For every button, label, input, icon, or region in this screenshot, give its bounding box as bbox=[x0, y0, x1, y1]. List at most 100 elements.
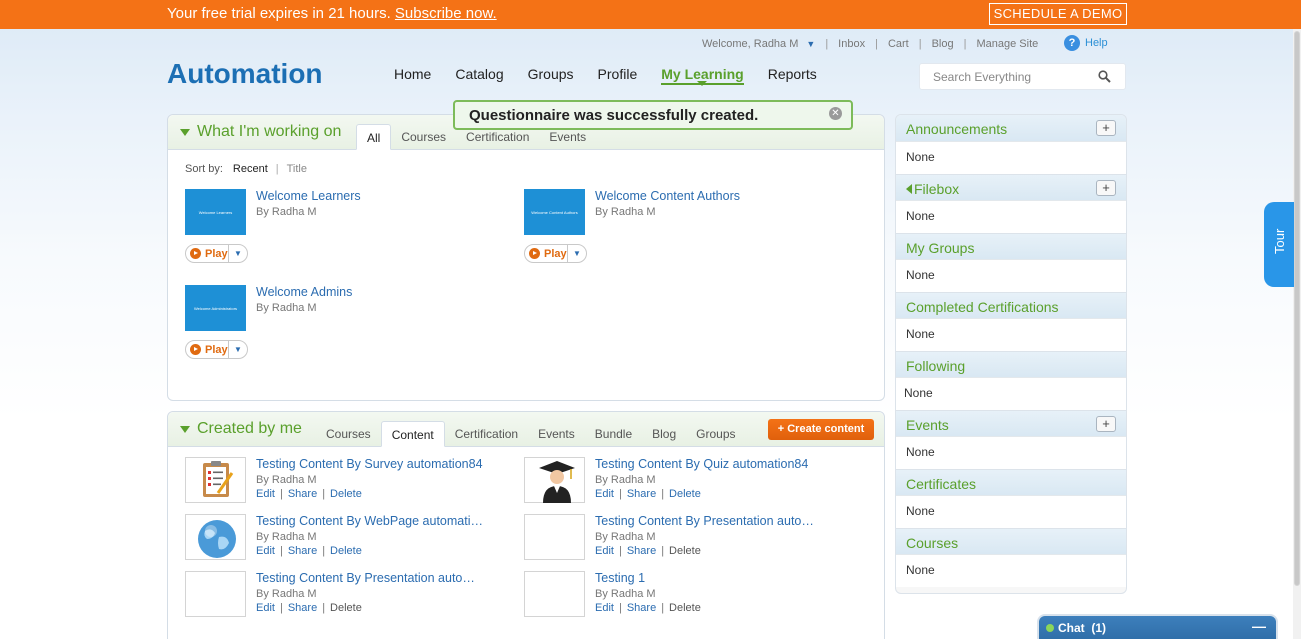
share-link[interactable]: Share bbox=[288, 488, 317, 500]
tab-courses[interactable]: Courses bbox=[316, 421, 381, 447]
edit-link[interactable]: Edit bbox=[595, 545, 614, 557]
share-link[interactable]: Share bbox=[288, 545, 317, 557]
help-link[interactable]: ? Help bbox=[1064, 35, 1108, 51]
tab-certification[interactable]: Certification bbox=[445, 421, 528, 447]
edit-link[interactable]: Edit bbox=[595, 488, 614, 500]
divider: | bbox=[618, 488, 622, 500]
sidebar-following-value: None bbox=[896, 378, 1126, 410]
play-button[interactable]: Play ▼ bbox=[185, 340, 248, 359]
thumbnail-text: Welcome Learners bbox=[198, 209, 233, 215]
create-content-button[interactable]: + Create content bbox=[768, 419, 874, 440]
content-thumbnail[interactable] bbox=[524, 514, 585, 560]
created-tabs: Courses Content Certification Events Bun… bbox=[316, 421, 746, 447]
content-thumbnail[interactable] bbox=[185, 514, 246, 560]
sidebar-completed-certifications-header[interactable]: Completed Certifications bbox=[896, 292, 1126, 319]
schedule-demo-button[interactable]: SCHEDULE A DEMO bbox=[989, 3, 1127, 25]
tab-events[interactable]: Events bbox=[528, 421, 585, 447]
inbox-link[interactable]: Inbox bbox=[838, 38, 865, 50]
tab-groups[interactable]: Groups bbox=[686, 421, 745, 447]
chevron-down-icon[interactable]: ▼ bbox=[228, 341, 247, 358]
delete-link[interactable]: Delete bbox=[669, 488, 701, 500]
scrollbar-thumb[interactable] bbox=[1294, 31, 1300, 586]
edit-link[interactable]: Edit bbox=[256, 488, 275, 500]
divider: | bbox=[618, 545, 622, 557]
created-title[interactable]: Created by me bbox=[180, 420, 302, 438]
subscribe-link[interactable]: Subscribe now. bbox=[395, 5, 497, 22]
nav-reports[interactable]: Reports bbox=[768, 66, 817, 85]
tour-tab[interactable]: Tour bbox=[1264, 202, 1294, 287]
page-scrollbar[interactable] bbox=[1293, 29, 1301, 639]
content-thumbnail[interactable] bbox=[524, 457, 585, 503]
sidebar-announcements-header[interactable]: Announcements + bbox=[896, 115, 1126, 142]
sidebar-filebox-header[interactable]: Filebox + bbox=[896, 174, 1126, 201]
sort-title[interactable]: Title bbox=[287, 163, 307, 175]
welcome-user-menu[interactable]: Welcome, Radha M bbox=[702, 38, 798, 50]
sidebar-my-groups-header[interactable]: My Groups bbox=[896, 233, 1126, 260]
tab-bundle[interactable]: Bundle bbox=[585, 421, 642, 447]
course-title[interactable]: Welcome Content Authors bbox=[595, 189, 740, 203]
delete-link[interactable]: Delete bbox=[330, 488, 362, 500]
tab-blog[interactable]: Blog bbox=[642, 421, 686, 447]
trial-banner: Your free trial expires in 21 hours. Sub… bbox=[0, 0, 1301, 29]
share-link[interactable]: Share bbox=[627, 602, 656, 614]
blog-link[interactable]: Blog bbox=[932, 38, 954, 50]
cart-link[interactable]: Cart bbox=[888, 38, 909, 50]
share-link[interactable]: Share bbox=[627, 545, 656, 557]
tab-all[interactable]: All bbox=[356, 124, 392, 150]
divider: | bbox=[661, 488, 665, 500]
share-link[interactable]: Share bbox=[288, 602, 317, 614]
add-file-button[interactable]: + bbox=[1096, 180, 1116, 196]
content-thumbnail[interactable] bbox=[185, 457, 246, 503]
play-button[interactable]: Play ▼ bbox=[524, 244, 587, 263]
sort-recent[interactable]: Recent bbox=[233, 163, 268, 175]
panel-title-text: What I'm working on bbox=[197, 123, 342, 140]
sidebar-events-header[interactable]: Events + bbox=[896, 410, 1126, 437]
nav-home[interactable]: Home bbox=[394, 66, 431, 85]
course-thumbnail[interactable]: Welcome Learners bbox=[185, 189, 246, 235]
add-event-button[interactable]: + bbox=[1096, 416, 1116, 432]
content-title[interactable]: Testing Content By WebPage automati… bbox=[256, 514, 483, 528]
content-title[interactable]: Testing Content By Quiz automation84 bbox=[595, 457, 808, 471]
edit-link[interactable]: Edit bbox=[256, 545, 275, 557]
tab-content[interactable]: Content bbox=[380, 421, 445, 447]
content-thumbnail[interactable] bbox=[524, 571, 585, 617]
manage-site-link[interactable]: Manage Site bbox=[976, 38, 1038, 50]
course-thumbnail[interactable]: Welcome Content Authors bbox=[524, 189, 585, 235]
share-link[interactable]: Share bbox=[627, 488, 656, 500]
content-thumbnail[interactable] bbox=[185, 571, 246, 617]
chat-bar[interactable]: Chat (1) — bbox=[1037, 614, 1278, 639]
course-title[interactable]: Welcome Learners bbox=[256, 189, 361, 203]
success-toast: Questionnaire was successfully created. … bbox=[453, 100, 853, 130]
sidebar-following-header[interactable]: Following bbox=[896, 351, 1126, 378]
search-input[interactable] bbox=[920, 64, 1090, 89]
search-icon[interactable] bbox=[1098, 70, 1111, 83]
nav-catalog[interactable]: Catalog bbox=[455, 66, 503, 85]
close-icon[interactable]: ✕ bbox=[829, 107, 842, 120]
sidebar-events-value: None bbox=[896, 437, 1126, 469]
nav-groups[interactable]: Groups bbox=[528, 66, 574, 85]
delete-link[interactable]: Delete bbox=[330, 545, 362, 557]
chevron-down-icon[interactable]: ▼ bbox=[806, 39, 815, 49]
add-announcement-button[interactable]: + bbox=[1096, 120, 1116, 136]
nav-my-learning[interactable]: My Learning bbox=[661, 66, 744, 86]
content-title[interactable]: Testing Content By Presentation auto… bbox=[595, 514, 814, 528]
minimize-icon[interactable]: — bbox=[1252, 618, 1266, 634]
course-title[interactable]: Welcome Admins bbox=[256, 285, 352, 299]
edit-link[interactable]: Edit bbox=[256, 602, 275, 614]
chevron-down-icon[interactable]: ▼ bbox=[567, 245, 586, 262]
play-button[interactable]: Play ▼ bbox=[185, 244, 248, 263]
content-title[interactable]: Testing 1 bbox=[595, 571, 645, 585]
created-by-me-panel: Created by me Courses Content Certificat… bbox=[167, 411, 885, 639]
nav-profile[interactable]: Profile bbox=[598, 66, 638, 85]
divider: | bbox=[825, 38, 829, 50]
course-thumbnail[interactable]: Welcome Administrators bbox=[185, 285, 246, 331]
sidebar-certificates-header[interactable]: Certificates bbox=[896, 469, 1126, 496]
content-title[interactable]: Testing Content By Presentation auto… bbox=[256, 571, 475, 585]
edit-link[interactable]: Edit bbox=[595, 602, 614, 614]
tab-courses[interactable]: Courses bbox=[391, 124, 456, 150]
sidebar-courses-header[interactable]: Courses bbox=[896, 528, 1126, 555]
content-title[interactable]: Testing Content By Survey automation84 bbox=[256, 457, 483, 471]
working-on-title[interactable]: What I'm working on bbox=[180, 123, 341, 141]
chevron-down-icon[interactable]: ▼ bbox=[228, 245, 247, 262]
site-logo[interactable]: Automation bbox=[167, 58, 323, 90]
